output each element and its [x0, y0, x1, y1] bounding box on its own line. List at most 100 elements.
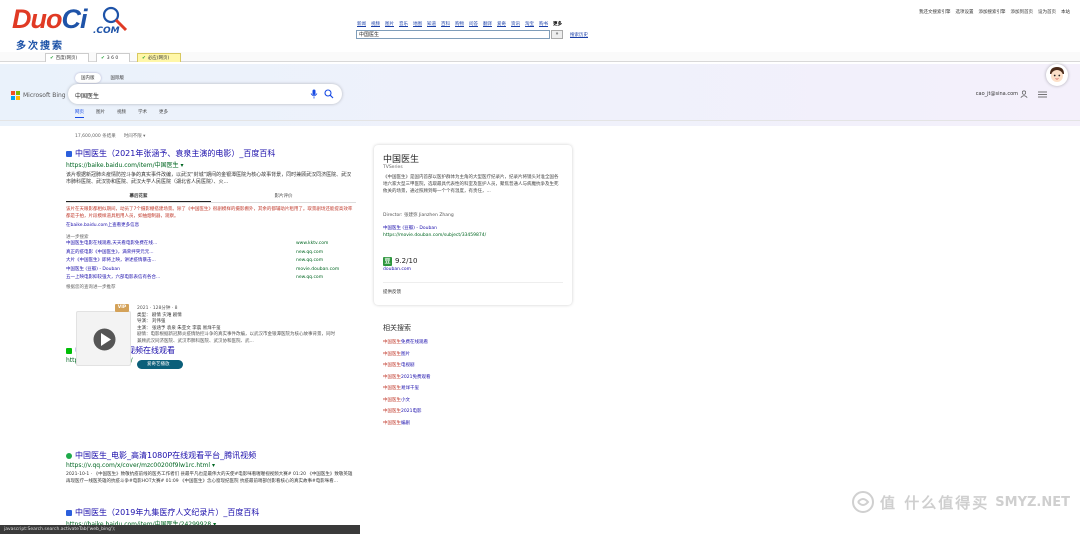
region-tabs: 国内版 国际版 [75, 73, 130, 83]
subtab-behind-scenes[interactable]: 幕后花絮 [66, 191, 211, 202]
top-link[interactable]: 本站 [1061, 9, 1070, 15]
nav-link[interactable]: 知道 [427, 21, 436, 27]
nav-link[interactable]: 视频 [371, 21, 380, 27]
nav-link-more[interactable]: 更多 [553, 21, 562, 27]
duoci-header: DuoCi .COM 多次搜索 新闻 视频 图片 音乐 地图 知道 百科 购物 … [0, 0, 1080, 52]
bing-search-box[interactable]: 中国医生 [68, 84, 342, 104]
nav-link[interactable]: 音乐 [399, 21, 408, 27]
search-result: 中国医生_电影_高清1080P在线观看平台_腾讯视频 https://v.qq.… [66, 450, 356, 485]
further-row[interactable]: 中国医生 (豆瓣) - Douban movie.douban.com [66, 266, 356, 275]
nav-link[interactable]: 资讯 [511, 21, 520, 27]
result-title-link[interactable]: 中国医生_电影_高清1080P在线观看平台_腾讯视频 [66, 450, 356, 461]
kp-description: 《中国医生》是国内首部以医护群体为主角的大型医疗纪录片，纪录片将镜头对准全国各地… [383, 175, 559, 194]
iqiyi-play-button[interactable]: 爱奇艺播放 [137, 360, 183, 369]
microsoft-logo-icon [11, 91, 20, 100]
kp-rating: 9.2/10 [395, 257, 418, 265]
related-item[interactable]: 中国医生2021电影 [383, 406, 533, 418]
douban-icon: 豆 [383, 257, 392, 266]
result-url[interactable]: https://baike.baidu.com/item/中国医生 ▾ [66, 160, 356, 169]
user-icon[interactable] [1020, 90, 1028, 98]
nav-link[interactable]: 购物 [455, 21, 464, 27]
iqiyi-icon [66, 347, 72, 354]
kp-source-url[interactable]: https://movie.douban.com/subject/3345987… [383, 233, 486, 238]
duoci-logo[interactable]: DuoCi .COM 多次搜索 [10, 4, 135, 52]
further-feedback: 根据您的查询进一步推荐 [66, 284, 116, 290]
check-icon: ✔ [142, 56, 146, 61]
bing-brand[interactable]: Microsoft Bing [11, 91, 66, 100]
result-url[interactable]: https://v.qq.com/x/cover/mzc00200f9lw1rc… [66, 462, 356, 469]
search-history-link[interactable]: 搜索历史 [570, 32, 588, 38]
region-tab-cn[interactable]: 国内版 [75, 73, 101, 83]
menu-icon[interactable] [1038, 91, 1047, 98]
nav-link[interactable]: 地图 [413, 21, 422, 27]
nav-link[interactable]: 百科 [441, 21, 450, 27]
related-item[interactable]: 中国医生小文 [383, 395, 533, 407]
related-item[interactable]: 中国医生免费在线观看 [383, 337, 533, 349]
result-subtabs: 幕后花絮 影片评价 [66, 191, 356, 203]
nav-link[interactable]: 购书 [539, 21, 548, 27]
time-filter[interactable]: 时间不限 ▾ [124, 133, 146, 139]
scope-tab-web[interactable]: 网页 [75, 109, 84, 118]
kp-title: 中国医生 [383, 155, 420, 165]
nav-link[interactable]: 爱奇 [497, 21, 506, 27]
kp-feedback-link[interactable]: 提供反馈 [383, 289, 401, 295]
check-icon: ✔ [50, 56, 54, 61]
engine-tab-360[interactable]: ✔ 3 6 0 [96, 53, 130, 62]
top-link[interactable]: 我还文搜索引擎 [919, 9, 951, 15]
related-item[interactable]: 中国医生图片 [383, 349, 533, 361]
scope-tab-images[interactable]: 图片 [96, 109, 105, 118]
further-row[interactable]: 五一上映电影抑较强大，六部电影表信有各合... new.qq.com [66, 274, 356, 283]
duoci-search-button[interactable]: » [551, 30, 563, 39]
divider [0, 120, 1080, 121]
play-label: 爱奇艺播放 [147, 362, 170, 367]
nav-link[interactable]: 新闻 [357, 21, 366, 27]
bing-search-query[interactable]: 中国医生 [75, 91, 99, 100]
account-email[interactable]: cao_jt@sina.com [976, 91, 1018, 97]
further-row[interactable]: 真正的疫电影《中国医生》，满荣抨突元元... new.qq.com [66, 249, 356, 258]
top-link[interactable]: 添加搜索引擎 [979, 9, 1006, 15]
result-count: 17,600,000 条结果 [75, 134, 116, 139]
divider [383, 282, 563, 283]
more-info-link[interactable]: 在baike.baidu.com上查看更多信息 [66, 222, 356, 228]
nav-link[interactable]: 翻译 [483, 21, 492, 27]
logo-subtitle: 多次搜索 [16, 41, 64, 52]
result-title-link[interactable]: 中国医生（2019年九集医疗人文纪录片）_百度百科 [66, 507, 356, 518]
watermark-en: SMYZ.NET [995, 494, 1070, 510]
further-row[interactable]: 大片《中国医生》即将上映，讲述疫情暴击... new.qq.com [66, 257, 356, 266]
cartoon-face-icon [1050, 67, 1064, 82]
subtab-reviews[interactable]: 影片评价 [211, 191, 356, 202]
nav-link[interactable]: 图片 [385, 21, 394, 27]
related-searches: 相关搜索 中国医生免费在线观看 中国医生图片 中国医生电视剧 中国医生2021免… [383, 323, 533, 429]
scope-tab-more[interactable]: 更多 [159, 109, 168, 118]
kp-rating-site[interactable]: douban.com [383, 267, 411, 272]
engine-tab-baidu[interactable]: ✔ 百度(网页) [45, 53, 89, 62]
nav-link[interactable]: 淘宝 [525, 21, 534, 27]
further-row[interactable]: 中国医生电影在线观看,天天看电影免费在线... www.kktv.com [66, 240, 356, 249]
related-item[interactable]: 中国医生电视剧 [383, 360, 533, 372]
scope-tab-academic[interactable]: 学术 [138, 109, 147, 118]
scope-tabs: 网页 图片 视频 学术 更多 [75, 109, 168, 118]
tencent-video-icon [66, 452, 72, 459]
scope-tab-videos[interactable]: 视频 [117, 109, 126, 118]
search-result: 中国医生（2021年张涵予、袁泉主演的电影）_百度百科 https://baik… [66, 148, 356, 290]
kp-source-link[interactable]: 中国医生 (豆瓣) - Douban [383, 225, 437, 231]
duoci-search-input[interactable]: 中国医生 [356, 30, 550, 39]
logo-duo: Duo [12, 4, 62, 34]
result-title-link[interactable]: 中国医生（2021年张涵予、袁泉主演的电影）_百度百科 [66, 148, 356, 159]
engine-tab-bing[interactable]: ✔ 必应(网页) [137, 53, 181, 62]
search-icon[interactable] [324, 89, 334, 99]
related-item[interactable]: 中国医生2021免费观看 [383, 372, 533, 384]
related-item[interactable]: 中国医生编剧 [383, 418, 533, 430]
related-item[interactable]: 中国医生易烊千玺 [383, 383, 533, 395]
result-meta: 17,600,000 条结果 时间不限 ▾ [75, 133, 145, 139]
nav-link[interactable]: 问答 [469, 21, 478, 27]
top-link[interactable]: 选项设置 [956, 9, 974, 15]
top-link[interactable]: 添加到首页 [1011, 9, 1034, 15]
duoci-top-links: 我还文搜索引擎 选项设置 添加搜索引擎 添加到首页 设为首页 本站 [919, 9, 1070, 15]
region-tab-intl[interactable]: 国际版 [105, 73, 131, 83]
video-thumbnail[interactable] [76, 311, 131, 366]
microphone-icon[interactable] [310, 89, 318, 99]
top-link[interactable]: 设为首页 [1038, 9, 1056, 15]
avatar[interactable] [1046, 64, 1068, 86]
duoci-category-nav: 新闻 视频 图片 音乐 地图 知道 百科 购物 问答 翻译 爱奇 资讯 淘宝 购… [357, 21, 562, 27]
